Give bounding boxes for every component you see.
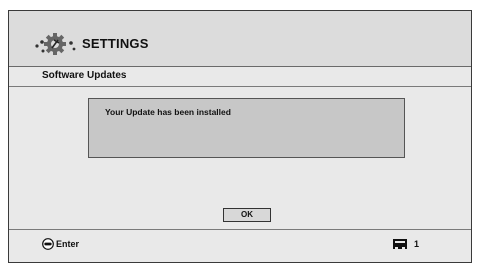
page-title: SETTINGS bbox=[82, 36, 149, 51]
footer-divider bbox=[9, 229, 471, 230]
page-number: 1 bbox=[414, 239, 420, 249]
page-indicator-icon bbox=[393, 239, 407, 249]
settings-header: SETTINGS bbox=[9, 11, 471, 67]
enter-button-icon bbox=[42, 238, 54, 250]
enter-hint: Enter bbox=[42, 237, 79, 251]
enter-label: Enter bbox=[56, 239, 80, 249]
section-divider bbox=[9, 86, 471, 87]
section-label: Software Updates bbox=[42, 70, 127, 81]
page-indicator: 1 bbox=[392, 237, 419, 251]
message-dialog: Your Update has been installed bbox=[88, 98, 405, 158]
ok-button[interactable]: OK bbox=[223, 208, 271, 222]
update-message: Your Update has been installed bbox=[105, 107, 231, 117]
settings-gears-icon bbox=[35, 33, 76, 55]
settings-screen: SETTINGS Software Updates Your Update ha… bbox=[8, 10, 472, 263]
